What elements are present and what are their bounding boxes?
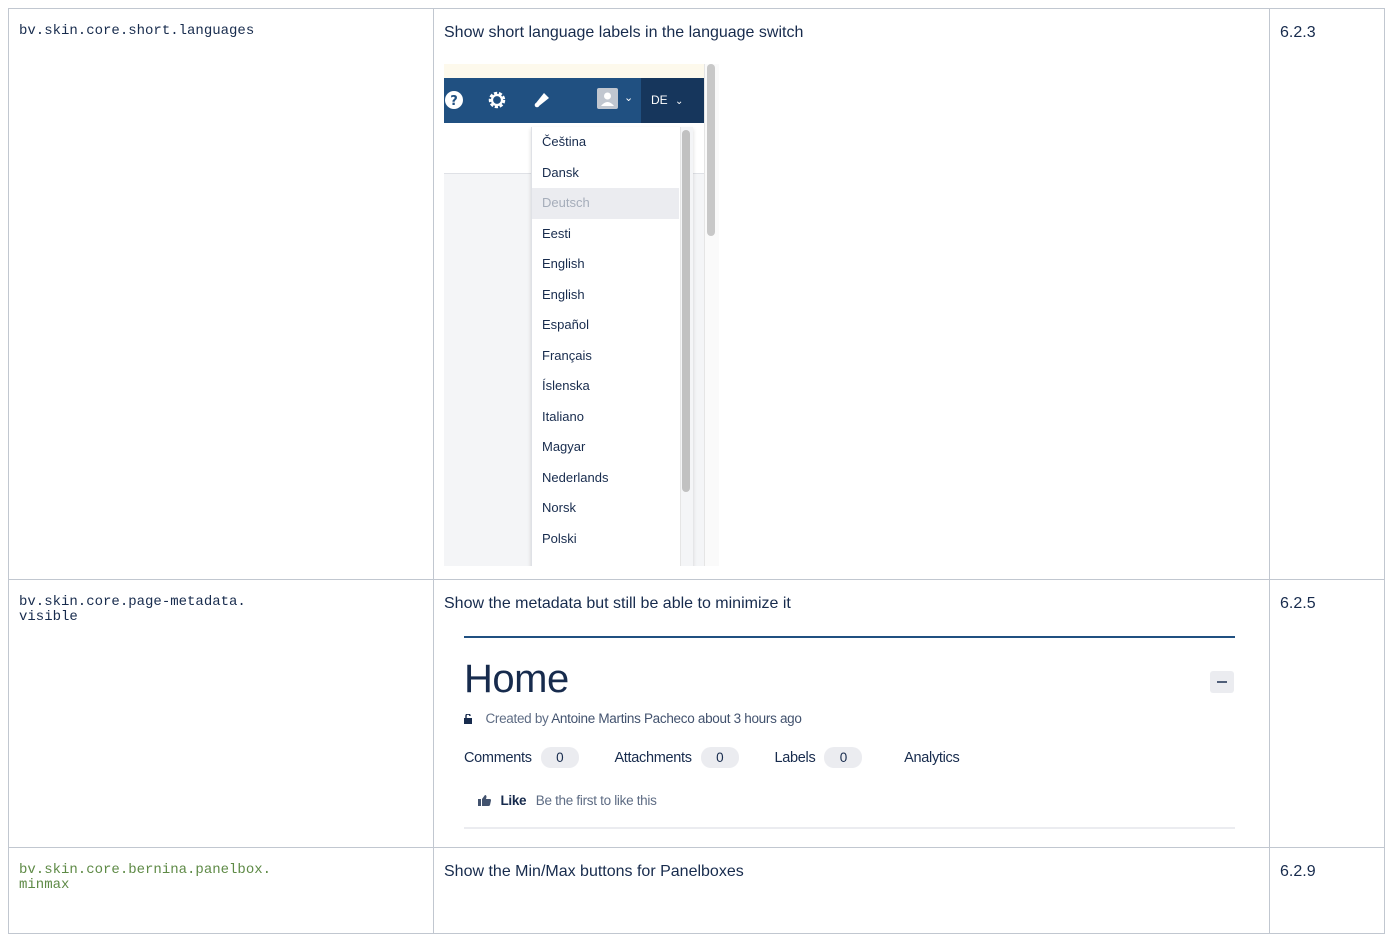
attachments-label: Attachments <box>614 750 692 766</box>
minus-icon <box>1217 681 1227 683</box>
author-link[interactable]: Antoine Martins Pacheco <box>551 711 694 726</box>
analytics-item[interactable]: Analytics <box>904 750 960 766</box>
gear-icon[interactable] <box>487 90 507 110</box>
avatar-icon[interactable] <box>597 88 618 109</box>
language-option[interactable]: English <box>532 280 679 311</box>
config-description: Show the Min/Max buttons for Panelboxes <box>444 863 744 880</box>
language-option[interactable]: Español <box>532 310 679 341</box>
language-dropdown: Čeština Dansk Deutsch Eesti English Engl… <box>531 127 693 566</box>
comments-label: Comments <box>464 750 532 766</box>
like-row: Like Be the first to like this <box>478 793 657 808</box>
config-description: Show the metadata but still be able to m… <box>444 595 791 612</box>
labels-count: 0 <box>824 747 863 768</box>
like-button[interactable]: Like <box>500 793 526 808</box>
language-switch-screenshot: ? ⌄ DE ⌄ Čeština Dansk Deutsch Eesti Eng… <box>444 64 719 566</box>
page-metadata-screenshot: Home Created by Antoine Martins Pacheco … <box>464 612 1256 834</box>
unlock-icon[interactable] <box>464 714 475 724</box>
language-option[interactable]: Íslenska <box>532 371 679 402</box>
metadata-row: Comments 0 Attachments 0 Labels 0 Analytics <box>464 747 991 768</box>
chevron-down-icon: ⌄ <box>675 96 684 107</box>
created-time: about 3 hours ago <box>697 711 802 726</box>
chevron-down-icon[interactable]: ⌄ <box>624 91 633 104</box>
minimize-button[interactable] <box>1210 671 1234 693</box>
config-key: bv.skin.core.page-metadata. visible <box>19 594 246 625</box>
key-cell: bv.skin.core.short.languages <box>8 8 434 580</box>
thumbs-up-icon[interactable] <box>478 795 491 806</box>
language-switch-button[interactable]: DE ⌄ <box>641 78 704 123</box>
version-cell: 6.2.5 <box>1269 579 1385 848</box>
language-option[interactable]: Magyar <box>532 432 679 463</box>
key-cell: bv.skin.core.bernina.panelbox. minmax <box>8 847 434 934</box>
page-scrollbar-thumb[interactable] <box>707 64 715 236</box>
bottom-divider <box>464 827 1235 829</box>
language-option[interactable]: English <box>532 249 679 280</box>
labels-item[interactable]: Labels 0 <box>774 747 863 768</box>
config-version: 6.2.5 <box>1280 595 1316 612</box>
version-cell: 6.2.9 <box>1269 847 1385 934</box>
top-strip <box>444 64 704 78</box>
language-option[interactable]: Čeština <box>532 127 679 158</box>
like-text: Be the first to like this <box>535 793 657 808</box>
header-navbar: ? ⌄ DE ⌄ <box>444 78 704 123</box>
config-key: bv.skin.core.short.languages <box>19 23 255 39</box>
config-version: 6.2.3 <box>1280 24 1316 41</box>
current-language: DE <box>651 93 668 107</box>
language-option-selected[interactable]: Deutsch <box>532 188 679 219</box>
svg-text:?: ? <box>450 94 458 109</box>
language-option[interactable]: Dansk <box>532 158 679 189</box>
language-option[interactable]: Eesti <box>532 219 679 250</box>
config-description: Show short language labels in the langua… <box>444 24 804 41</box>
language-option[interactable]: Italiano <box>532 402 679 433</box>
analytics-label: Analytics <box>904 750 960 766</box>
language-option[interactable]: Polski <box>532 524 679 555</box>
language-option[interactable]: Nederlands <box>532 463 679 494</box>
language-option[interactable]: Français <box>532 341 679 372</box>
bell-icon[interactable] <box>532 90 552 110</box>
comments-count: 0 <box>540 747 579 768</box>
dropdown-scrollbar-thumb[interactable] <box>682 130 690 492</box>
config-version: 6.2.9 <box>1280 863 1316 880</box>
version-cell: 6.2.3 <box>1269 8 1385 580</box>
page-byline: Created by Antoine Martins Pacheco about… <box>464 711 802 726</box>
description-cell: Show the Min/Max buttons for Panelboxes <box>433 847 1270 934</box>
attachments-item[interactable]: Attachments 0 <box>614 747 739 768</box>
help-icon[interactable]: ? <box>444 90 464 110</box>
comments-item[interactable]: Comments 0 <box>464 747 579 768</box>
page-title: Home <box>464 657 569 701</box>
config-key: bv.skin.core.bernina.panelbox. minmax <box>19 862 272 893</box>
header-divider <box>464 636 1235 638</box>
table-row: bv.skin.core.bernina.panelbox. minmax Sh… <box>8 847 1385 934</box>
language-option[interactable]: Norsk <box>532 493 679 524</box>
created-prefix: Created by <box>485 711 549 726</box>
key-cell: bv.skin.core.page-metadata. visible <box>8 579 434 848</box>
labels-label: Labels <box>774 750 816 766</box>
attachments-count: 0 <box>700 747 739 768</box>
